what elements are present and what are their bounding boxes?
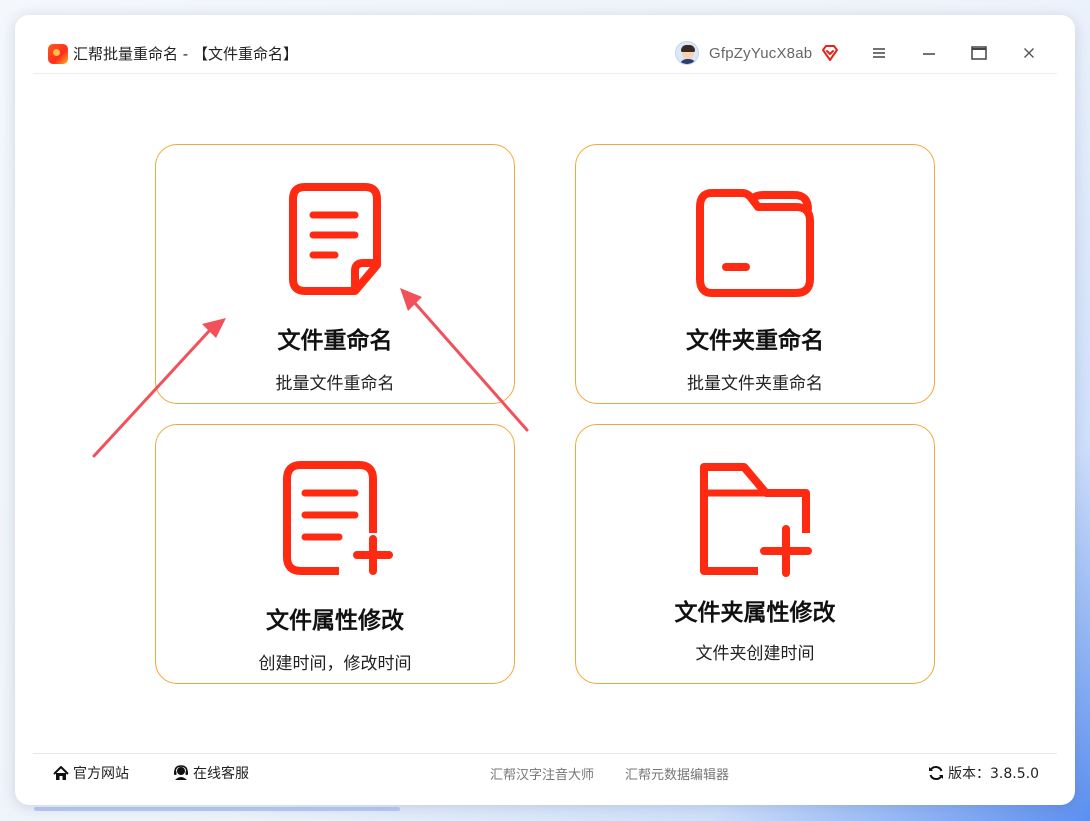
vip-diamond-icon[interactable] [820,43,840,63]
footer-divider [33,753,1057,754]
avatar[interactable] [675,41,699,65]
folder-icon [696,189,814,297]
taskbar-strip [34,807,400,811]
card-file-attributes[interactable]: 文件属性修改 创建时间，修改时间 [155,424,515,684]
close-icon[interactable] [1019,43,1039,63]
title-bar: 汇帮批量重命名 - 【文件重命名】 GfpZyYucX8ab [15,15,1075,75]
card-title: 文件夹属性修改 [674,600,836,626]
card-folder-attributes[interactable]: 文件夹属性修改 文件夹创建时间 [575,424,935,684]
version-label: 版本：3.8.5.0 [948,766,1039,782]
app-logo-icon [48,44,68,64]
document-icon [289,183,381,295]
document-add-icon [283,461,393,575]
maximize-icon[interactable] [969,43,989,63]
card-subtitle: 批量文件夹重命名 [687,374,823,394]
headset-icon [173,765,189,781]
app-window: 汇帮批量重命名 - 【文件重命名】 GfpZyYucX8ab 文件重命名 批量文… [15,15,1075,805]
card-folder-rename[interactable]: 文件夹重命名 批量文件夹重命名 [575,144,935,404]
minimize-icon[interactable] [919,43,939,63]
folder-add-icon [700,463,812,577]
metadata-editor-link[interactable]: 汇帮元数据编辑器 [625,763,729,783]
official-website-link[interactable]: 官方网站 [53,763,129,783]
online-support-link[interactable]: 在线客服 [173,763,249,783]
card-title: 文件重命名 [277,328,393,354]
pinyin-master-link[interactable]: 汇帮汉字注音大师 [490,763,594,783]
card-subtitle: 创建时间，修改时间 [258,654,412,674]
card-title: 文件夹重命名 [686,328,824,354]
refresh-icon[interactable] [928,765,944,781]
card-subtitle: 文件夹创建时间 [695,644,815,664]
user-account[interactable]: GfpZyYucX8ab [675,39,840,67]
online-support-label[interactable]: 在线客服 [193,763,249,783]
home-icon [53,765,69,781]
card-subtitle: 批量文件重命名 [275,374,395,394]
card-file-rename[interactable]: 文件重命名 批量文件重命名 [155,144,515,404]
version-info[interactable]: 版本：3.8.5.0 [928,763,1039,783]
footer: 官方网站 在线客服 汇帮汉字注音大师 汇帮元数据编辑器 版本：3.8.5.0 [15,755,1075,795]
card-title: 文件属性修改 [266,608,404,634]
menu-icon[interactable] [869,43,889,63]
window-title: 汇帮批量重命名 - 【文件重命名】 [73,45,298,63]
title-divider [33,73,1057,74]
official-website-label[interactable]: 官方网站 [73,763,129,783]
username[interactable]: GfpZyYucX8ab [709,45,812,62]
